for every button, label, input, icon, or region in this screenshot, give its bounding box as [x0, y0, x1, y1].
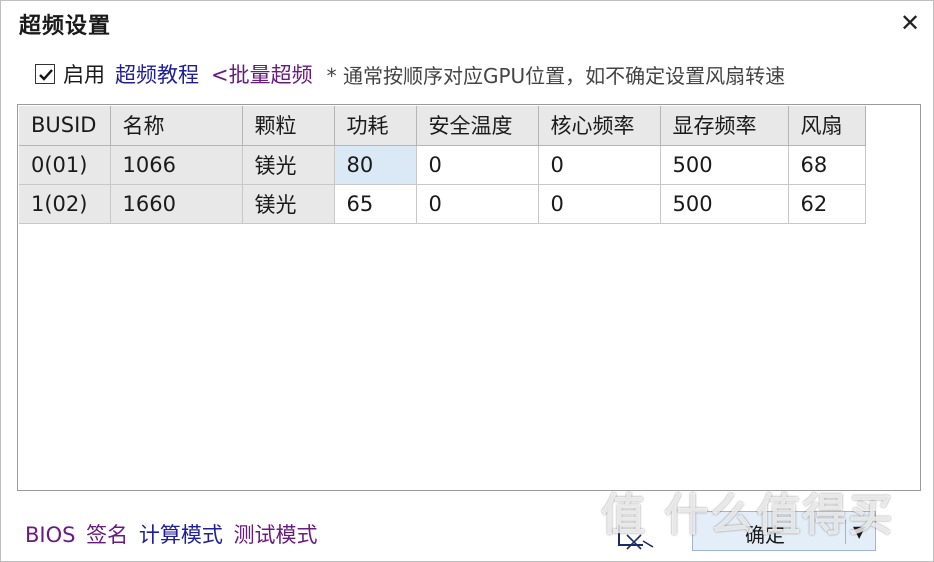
ok-button[interactable]: 确定 ▼ [692, 511, 876, 551]
cell-power[interactable]: 65 [334, 184, 417, 224]
cell-memory-clock[interactable]: 500 [660, 145, 789, 185]
batch-overclock-link[interactable]: <批量超频 [211, 59, 313, 89]
gpu-grid: BUSID 名称 颗粒 功耗 安全温度 核心频率 显存频率 风扇 0(01) 1… [17, 104, 921, 491]
tutorial-link[interactable]: 超频教程 [115, 59, 199, 89]
cell-fan[interactable]: 62 [788, 184, 866, 224]
table-header-row: BUSID 名称 颗粒 功耗 安全温度 核心频率 显存频率 风扇 [19, 106, 866, 146]
gpu-table: BUSID 名称 颗粒 功耗 安全温度 核心频率 显存频率 风扇 0(01) 1… [19, 106, 866, 224]
column-header-fan[interactable]: 风扇 [788, 106, 866, 146]
cell-memory-clock[interactable]: 500 [660, 184, 789, 224]
cell-busid[interactable]: 1(02) [19, 184, 111, 224]
column-header-name[interactable]: 名称 [110, 106, 243, 146]
ok-button-divider [845, 520, 846, 544]
options-bar: 启用 超频教程 <批量超频 * 通常按顺序对应GPU位置，如不确定设置风扇转速 [35, 59, 785, 89]
column-header-power[interactable]: 功耗 [334, 106, 417, 146]
hint-note: * 通常按顺序对应GPU位置，如不确定设置风扇转速 [326, 63, 786, 88]
overclock-settings-window: 超频设置 ✕ 启用 超频教程 <批量超频 * 通常按顺序对应GPU位置，如不确定… [0, 0, 934, 562]
cell-core-clock[interactable]: 0 [538, 184, 661, 224]
column-header-core-clock[interactable]: 核心频率 [538, 106, 661, 146]
ok-button-label: 确定 [745, 523, 785, 547]
cell-memory-chip[interactable]: 镁光 [242, 145, 335, 185]
restore-icon[interactable] [613, 521, 657, 551]
title-bar: 超频设置 ✕ [1, 1, 933, 45]
window-title: 超频设置 [19, 14, 112, 39]
table-row: 1(02) 1660 镁光 65 0 0 500 62 [19, 184, 866, 224]
enable-label: 启用 [63, 63, 105, 87]
cell-core-clock[interactable]: 0 [538, 145, 661, 185]
cell-name[interactable]: 1660 [110, 184, 243, 224]
cell-memory-chip[interactable]: 镁光 [242, 184, 335, 224]
cell-name[interactable]: 1066 [110, 145, 243, 185]
caret-down-icon[interactable]: ▼ [853, 522, 865, 541]
calc-mode-link[interactable]: 计算模式 [139, 523, 223, 547]
test-mode-link[interactable]: 测试模式 [234, 523, 318, 547]
cell-safe-temp[interactable]: 0 [416, 184, 539, 224]
cell-safe-temp[interactable]: 0 [416, 145, 539, 185]
close-icon[interactable]: ✕ [898, 11, 922, 35]
column-header-safe-temp[interactable]: 安全温度 [416, 106, 539, 146]
footer-links: BIOS 签名 计算模式 测试模式 [25, 519, 322, 549]
signature-link[interactable]: 签名 [86, 523, 128, 547]
column-header-busid[interactable]: BUSID [19, 106, 111, 146]
cell-fan[interactable]: 68 [788, 145, 866, 185]
column-header-memory-clock[interactable]: 显存频率 [660, 106, 789, 146]
enable-checkbox[interactable] [35, 64, 55, 84]
table-row: 0(01) 1066 镁光 80 0 0 500 68 [19, 145, 866, 185]
cell-power[interactable]: 80 [334, 145, 417, 185]
cell-busid[interactable]: 0(01) [19, 145, 111, 185]
bios-link[interactable]: BIOS [25, 523, 75, 547]
column-header-memory-chip[interactable]: 颗粒 [242, 106, 335, 146]
checkmark-icon [39, 69, 53, 81]
